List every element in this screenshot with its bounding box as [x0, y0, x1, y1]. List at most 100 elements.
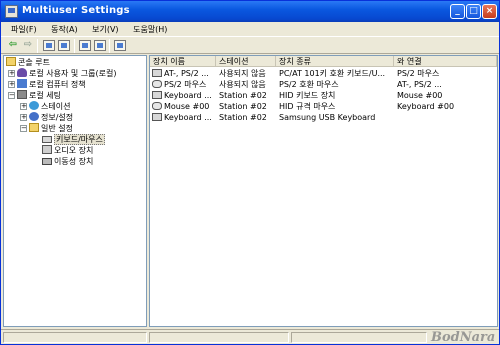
device-station: 사용되지 않음 [219, 69, 266, 78]
expand-icon[interactable]: + [8, 81, 15, 88]
menu-help[interactable]: 도움말(H) [131, 22, 169, 37]
tree-label: 콘솔 루트 [18, 58, 50, 67]
column-header-connected[interactable]: 와 연결 [394, 56, 497, 67]
device-name: AT-, PS/2 ... [164, 69, 209, 78]
toolbar: ⇦ ⇨ [1, 36, 499, 54]
status-cell [3, 332, 147, 343]
menu-bar: 파일(F) 동작(A) 보기(V) 도움말(H) [1, 22, 499, 36]
tree-item-keyboard-mouse[interactable]: 키보드/마우스 [42, 134, 105, 145]
tree-item-general[interactable]: − 일반 설정 [20, 123, 73, 134]
speaker-icon [42, 145, 52, 154]
tree-item-root[interactable]: 콘솔 루트 [6, 57, 50, 68]
tree-label: 이동성 장치 [54, 157, 94, 166]
device-type: PS/2 호환 마우스 [279, 80, 339, 89]
tree-item-storage[interactable]: 이동성 장치 [42, 156, 93, 167]
open-folder-icon [29, 123, 39, 132]
device-station: Station #02 [219, 102, 267, 111]
column-header-device-type[interactable]: 장치 종류 [276, 56, 394, 67]
help-icon[interactable] [114, 40, 126, 51]
show-hide-tree-icon[interactable] [58, 40, 70, 51]
device-type: PC/AT 101키 호환 키보드/U... [279, 69, 386, 78]
refresh-icon[interactable] [79, 40, 91, 51]
device-connected: Keyboard #00 [397, 102, 455, 111]
settings-icon [17, 90, 27, 99]
table-row[interactable]: Keyboard ... Station #02 HID 키보드 장치 Mous… [150, 90, 497, 101]
device-type: HID 키보드 장치 [279, 91, 336, 100]
back-icon[interactable]: ⇦ [7, 40, 19, 51]
device-list[interactable]: 장치 이름 스테이션 장치 종류 와 연결 AT-, PS/2 ... 사용되지… [149, 55, 498, 327]
collapse-icon[interactable]: − [8, 92, 15, 99]
collapse-icon[interactable]: − [20, 125, 27, 132]
mouse-icon [152, 80, 162, 88]
tree-label: 로컬 컴퓨터 정책 [29, 80, 86, 89]
expand-icon[interactable]: + [20, 103, 27, 110]
tree-label: 오디오 장치 [54, 146, 94, 155]
main-window: Multiuser Settings _ □ × 파일(F) 동작(A) 보기(… [0, 0, 500, 345]
status-cell [149, 332, 289, 343]
expand-icon[interactable]: + [20, 114, 27, 121]
device-connected: AT-, PS/2 ... [397, 80, 442, 89]
tree-label: 로컬 세팅 [29, 91, 61, 100]
forward-icon[interactable]: ⇨ [22, 40, 34, 51]
column-header-station[interactable]: 스테이션 [216, 56, 276, 67]
keyboard-icon [152, 91, 162, 99]
tree-item-station[interactable]: + 스테이션 [20, 101, 70, 112]
window-title: Multiuser Settings [22, 5, 130, 16]
drive-icon [42, 158, 52, 165]
status-bar [1, 329, 499, 344]
device-name: PS/2 마우스 [164, 80, 207, 89]
menu-file[interactable]: 파일(F) [9, 22, 39, 37]
device-station: 사용되지 않음 [219, 80, 266, 89]
device-station: Station #02 [219, 113, 267, 122]
app-icon [5, 5, 18, 18]
keyboard-icon [42, 136, 52, 143]
menu-action[interactable]: 동작(A) [49, 22, 79, 37]
table-row[interactable]: PS/2 마우스 사용되지 않음 PS/2 호환 마우스 AT-, PS/2 .… [150, 79, 497, 90]
menu-view[interactable]: 보기(V) [90, 22, 120, 37]
list-header: 장치 이름 스테이션 장치 종류 와 연결 [150, 56, 497, 67]
keyboard-icon [152, 113, 162, 121]
table-row[interactable]: Mouse #00 Station #02 HID 규격 마우스 Keyboar… [150, 101, 497, 112]
tree-label: 키보드/마우스 [54, 134, 105, 145]
folder-icon [6, 57, 16, 66]
export-list-icon[interactable] [94, 40, 106, 51]
tree-item-local-users[interactable]: + 로컬 사용자 및 그룹(로컬) [8, 68, 116, 79]
tree-label: 일반 설정 [41, 124, 73, 133]
tree-item-local-policy[interactable]: + 로컬 컴퓨터 정책 [8, 79, 86, 90]
users-icon [17, 68, 27, 77]
tree-label: 스테이션 [41, 102, 71, 111]
expand-icon[interactable]: + [8, 70, 15, 77]
keyboard-icon [152, 69, 162, 77]
tree-item-info[interactable]: + 정보/설정 [20, 112, 73, 123]
title-bar[interactable]: Multiuser Settings _ □ × [1, 1, 499, 22]
policy-icon [17, 79, 27, 88]
watermark: BodNara [431, 330, 496, 345]
mouse-icon [152, 102, 162, 110]
device-name: Mouse #00 [164, 102, 210, 111]
device-type: Samsung USB Keyboard [279, 113, 376, 122]
toolbar-separator [37, 39, 38, 53]
device-name: Keyboard ... [164, 113, 212, 122]
device-connected: PS/2 마우스 [397, 69, 440, 78]
table-row[interactable]: AT-, PS/2 ... 사용되지 않음 PC/AT 101키 호환 키보드/… [150, 68, 497, 79]
info-icon [29, 112, 39, 121]
device-connected [397, 112, 497, 123]
minimize-button[interactable]: _ [450, 4, 465, 19]
maximize-button[interactable]: □ [466, 4, 481, 19]
device-type: HID 규격 마우스 [279, 102, 336, 111]
column-header-device-name[interactable]: 장치 이름 [150, 56, 216, 67]
up-folder-icon[interactable] [43, 40, 55, 51]
tree-label: 로컬 사용자 및 그룹(로컬) [29, 69, 117, 78]
toolbar-separator [109, 39, 110, 53]
station-icon [29, 101, 39, 110]
status-cell [291, 332, 427, 343]
device-station: Station #02 [219, 91, 267, 100]
device-connected: Mouse #00 [397, 91, 443, 100]
tree-item-audio[interactable]: 오디오 장치 [42, 145, 93, 156]
close-button[interactable]: × [482, 4, 497, 19]
console-tree[interactable]: 콘솔 루트 + 로컬 사용자 및 그룹(로컬) + 로컬 컴퓨터 정책 − 로컬 세팅… [3, 55, 147, 327]
table-row[interactable]: Keyboard ... Station #02 Samsung USB Key… [150, 112, 497, 123]
toolbar-separator [74, 39, 75, 53]
tree-item-local-settings[interactable]: − 로컬 세팅 [8, 90, 61, 101]
tree-label: 정보/설정 [41, 113, 74, 122]
